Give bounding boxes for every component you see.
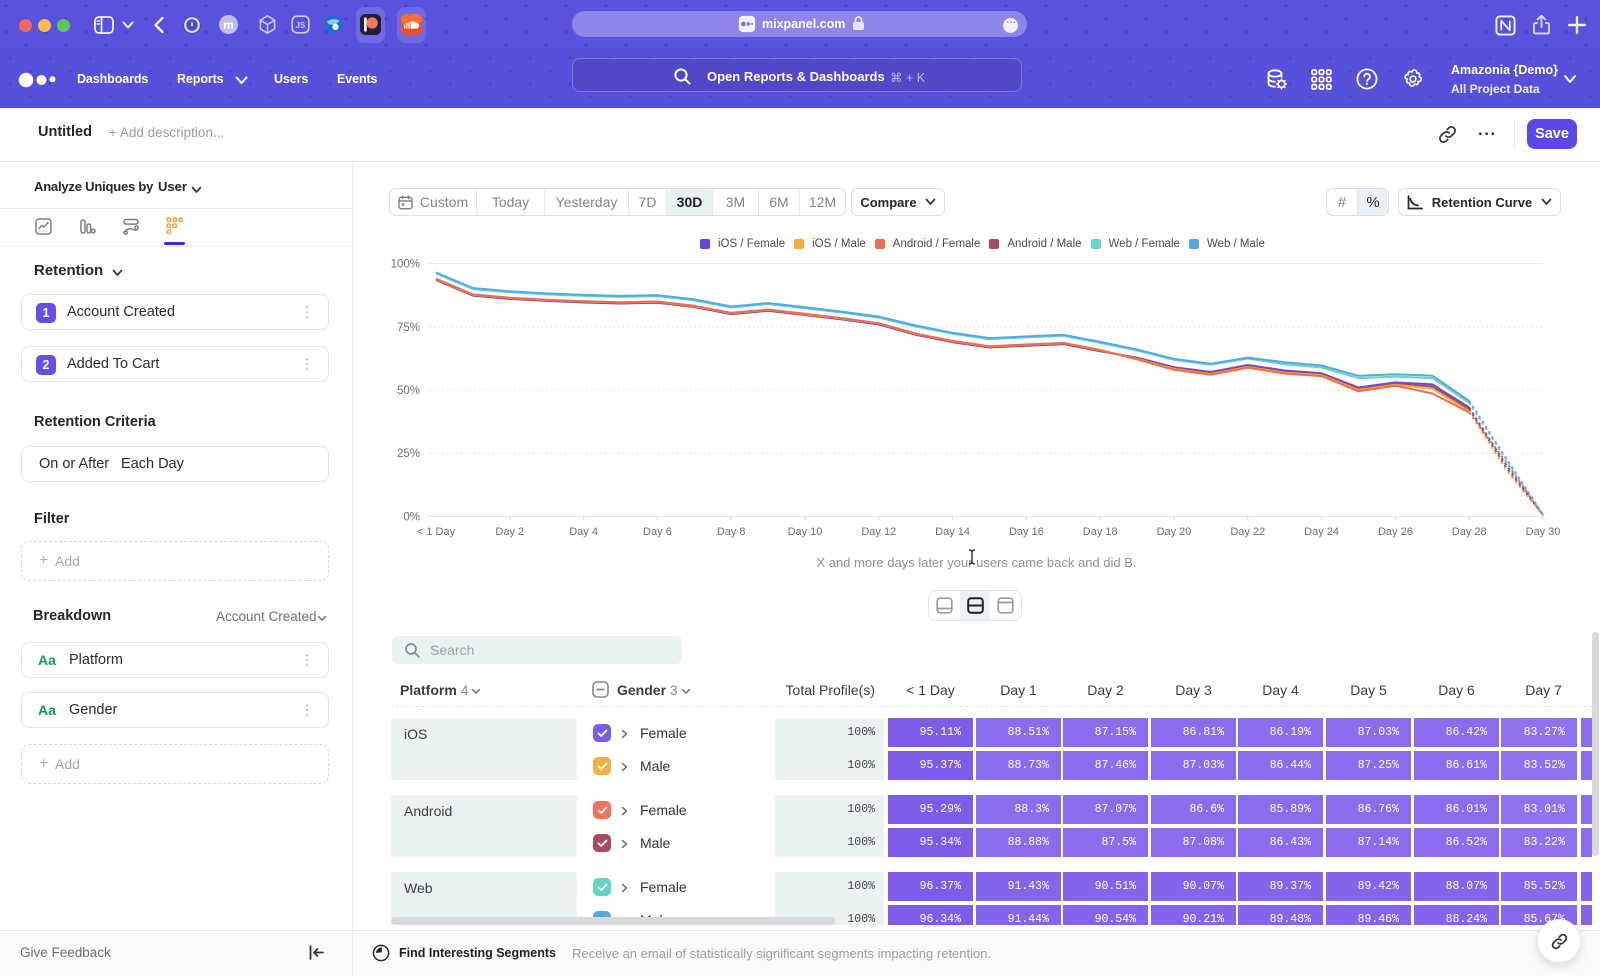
- svg-text:Day 26: Day 26: [1378, 526, 1413, 538]
- svg-text:Day 8: Day 8: [717, 526, 746, 538]
- svg-text:Day 24: Day 24: [1304, 526, 1339, 538]
- svg-text:JS: JS: [296, 21, 306, 30]
- svg-text:75%: 75%: [397, 322, 420, 334]
- svg-text:0%: 0%: [403, 512, 420, 524]
- svg-text:Day 4: Day 4: [569, 526, 598, 538]
- svg-text:50%: 50%: [397, 385, 420, 397]
- svg-text:Day 12: Day 12: [861, 526, 896, 538]
- svg-text:Day 14: Day 14: [935, 526, 970, 538]
- svg-text:Day 10: Day 10: [788, 526, 823, 538]
- svg-text:< 1 Day: < 1 Day: [417, 526, 456, 538]
- svg-text:Day 28: Day 28: [1452, 526, 1487, 538]
- svg-text:25%: 25%: [397, 448, 420, 460]
- svg-text:Day 22: Day 22: [1230, 526, 1265, 538]
- svg-text:Day 30: Day 30: [1526, 526, 1561, 538]
- svg-text:Day 18: Day 18: [1083, 526, 1118, 538]
- svg-text:Day 20: Day 20: [1157, 526, 1192, 538]
- svg-text:Day 16: Day 16: [1009, 526, 1044, 538]
- svg-text:Day 6: Day 6: [643, 526, 672, 538]
- svg-text:100%: 100%: [391, 259, 420, 271]
- svg-text:Day 2: Day 2: [495, 526, 524, 538]
